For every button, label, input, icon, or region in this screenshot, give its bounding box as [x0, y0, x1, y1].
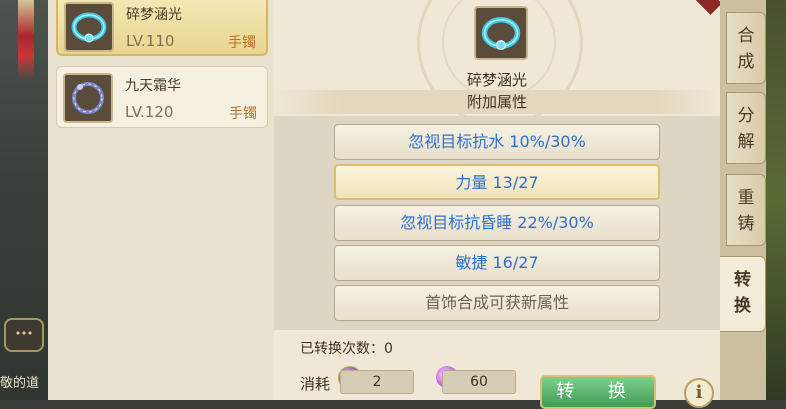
tab-label: 重铸 — [737, 188, 755, 234]
item-level: LV.110 — [126, 32, 175, 50]
attribute-row-selected[interactable]: 力量 13/27 — [334, 164, 660, 200]
attribute-list: 忽视目标抗水 10%/30% 力量 13/27 忽视目标抗昏睡 22%/30% … — [274, 116, 720, 330]
tab-label: 分解 — [737, 106, 755, 152]
convert-count-label: 已转换次数：0 — [300, 341, 393, 357]
tab-reforge[interactable]: 重铸 — [726, 174, 766, 246]
tab-synthesize[interactable]: 合成 — [726, 12, 766, 84]
cost-label: 消耗 — [300, 375, 331, 393]
corner-decoration — [692, 0, 722, 15]
chat-text: 敬的道 — [0, 376, 40, 391]
convert-button[interactable]: 转 换 — [540, 375, 656, 409]
tab-convert[interactable]: 转换 — [720, 256, 766, 332]
info-icon[interactable]: i — [684, 378, 714, 408]
bracelet-blue-icon — [474, 6, 528, 60]
tab-label: 转换 — [734, 270, 751, 316]
item-type: 手镯 — [228, 35, 256, 51]
attribute-row[interactable]: 忽视目标抗水 10%/30% — [334, 124, 660, 160]
list-item[interactable]: 碎梦涵光 LV.110 手镯 — [56, 0, 268, 56]
tab-decompose[interactable]: 分解 — [726, 92, 766, 164]
item-name: 九天霜华 — [125, 78, 181, 94]
cost-value-1: 2 — [340, 370, 414, 394]
item-level: LV.120 — [125, 103, 174, 121]
conversion-panel: 碎梦涵光 附加属性 忽视目标抗水 10%/30% 力量 13/27 忽视目标抗昏… — [274, 0, 722, 409]
bracelet-blue-icon — [64, 2, 114, 52]
attribute-row-hint: 首饰合成可获新属性 — [334, 285, 660, 321]
item-list-panel: 碎梦涵光 LV.110 手镯 九天霜华 LV.120 手镯 — [48, 0, 276, 400]
list-item[interactable]: 九天霜华 LV.120 手镯 — [56, 66, 268, 128]
item-type: 手镯 — [229, 106, 257, 122]
tab-label: 合成 — [737, 26, 755, 72]
game-background-left: 敬的道 — [0, 0, 48, 400]
side-tabs: 合成 分解 重铸 转换 — [720, 0, 766, 400]
cost-value-2: 60 — [442, 370, 516, 394]
attribute-row[interactable]: 忽视目标抗昏睡 22%/30% — [334, 205, 660, 241]
tassel-decoration — [18, 0, 34, 80]
game-background-right — [764, 0, 786, 400]
section-label: 附加属性 — [274, 90, 720, 114]
chat-bubble-icon[interactable] — [4, 318, 44, 352]
attribute-row[interactable]: 敏捷 16/27 — [334, 245, 660, 281]
bracelet-silver-icon — [63, 73, 113, 123]
item-name: 碎梦涵光 — [126, 7, 182, 23]
item-title: 碎梦涵光 — [466, 71, 527, 89]
